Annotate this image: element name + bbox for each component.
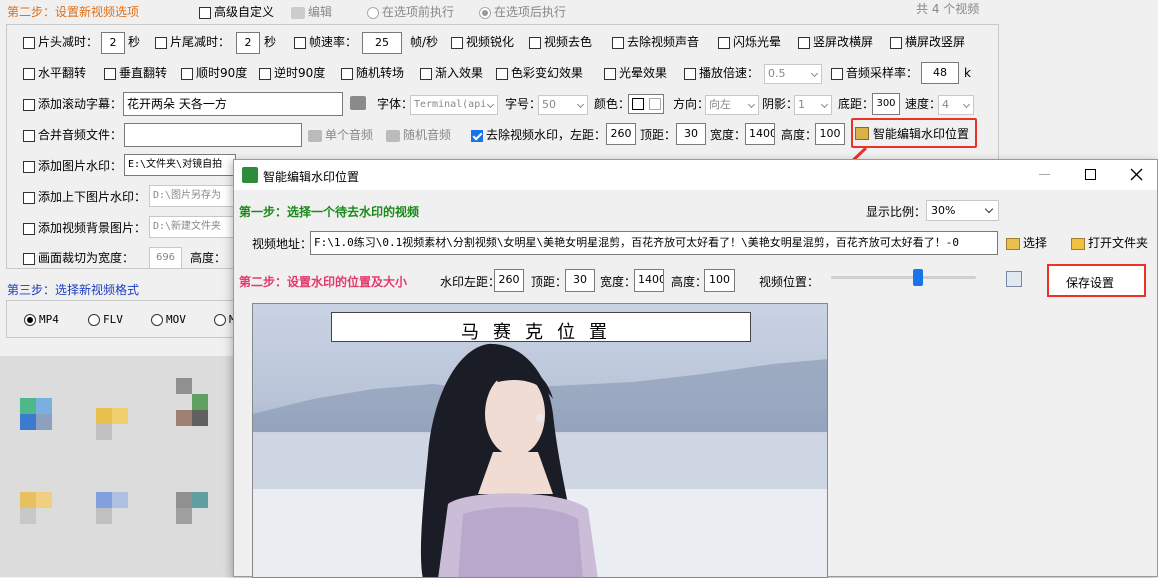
video-address-input[interactable]: F:\1.0练习\0.1视频素材\分割视频\女明星\美艳女明星混剪，百花齐放可太… <box>310 231 998 255</box>
open-folder-icon <box>1071 237 1085 250</box>
maximize-icon[interactable] <box>1085 169 1096 180</box>
video-position-slider[interactable] <box>831 269 976 286</box>
dialog-step1: 第一步：选择一个待去水印的视频 <box>239 205 420 219</box>
dialog-title: 智能编辑水印位置 <box>263 170 360 184</box>
wm-top-label: 顶距： <box>531 275 568 289</box>
choose-button[interactable]: 选择 <box>1006 234 1047 251</box>
snapshot-icon[interactable] <box>1006 271 1022 287</box>
wm-height-label: 高度： <box>671 275 708 289</box>
video-pos-label: 视频位置： <box>759 275 820 289</box>
save-settings-label: 保存设置 <box>1066 276 1115 290</box>
open-folder-button[interactable]: 打开文件夹 <box>1071 234 1148 251</box>
minimize-icon[interactable] <box>1039 174 1050 175</box>
wm-left-label: 水印左距： <box>440 275 501 289</box>
mosaic-text: 马赛克位置 <box>461 322 621 343</box>
video-preview[interactable]: 马赛克位置 <box>252 303 828 578</box>
folder-icon <box>1006 237 1020 250</box>
dlg-wm-left-input[interactable]: 260 <box>494 269 524 292</box>
dialog-step2: 第二步：设置水印的位置及大小 <box>239 275 408 289</box>
wm-width-label: 宽度： <box>600 275 637 289</box>
save-settings-button[interactable]: 保存设置 <box>1047 264 1146 297</box>
ratio-label: 显示比例： <box>866 205 927 219</box>
close-icon[interactable] <box>1130 168 1143 181</box>
addr-label: 视频地址： <box>252 237 313 251</box>
chevron-down-icon <box>984 204 994 214</box>
mosaic-position-box[interactable]: 马赛克位置 <box>331 312 751 343</box>
video-frame-image <box>253 304 827 577</box>
dlg-wm-height-input[interactable]: 100 <box>704 269 735 292</box>
dialog-titlebar: 智能编辑水印位置 <box>234 160 1157 190</box>
app-icon <box>242 167 258 183</box>
smart-edit-dialog: 智能编辑水印位置 第一步：选择一个待去水印的视频 显示比例： 30% 视频地址：… <box>233 159 1158 578</box>
slider-thumb[interactable] <box>913 269 923 286</box>
dlg-wm-top-input[interactable]: 30 <box>565 269 595 292</box>
dlg-wm-width-input[interactable]: 1400 <box>634 269 664 292</box>
ratio-select[interactable]: 30% <box>926 200 999 221</box>
